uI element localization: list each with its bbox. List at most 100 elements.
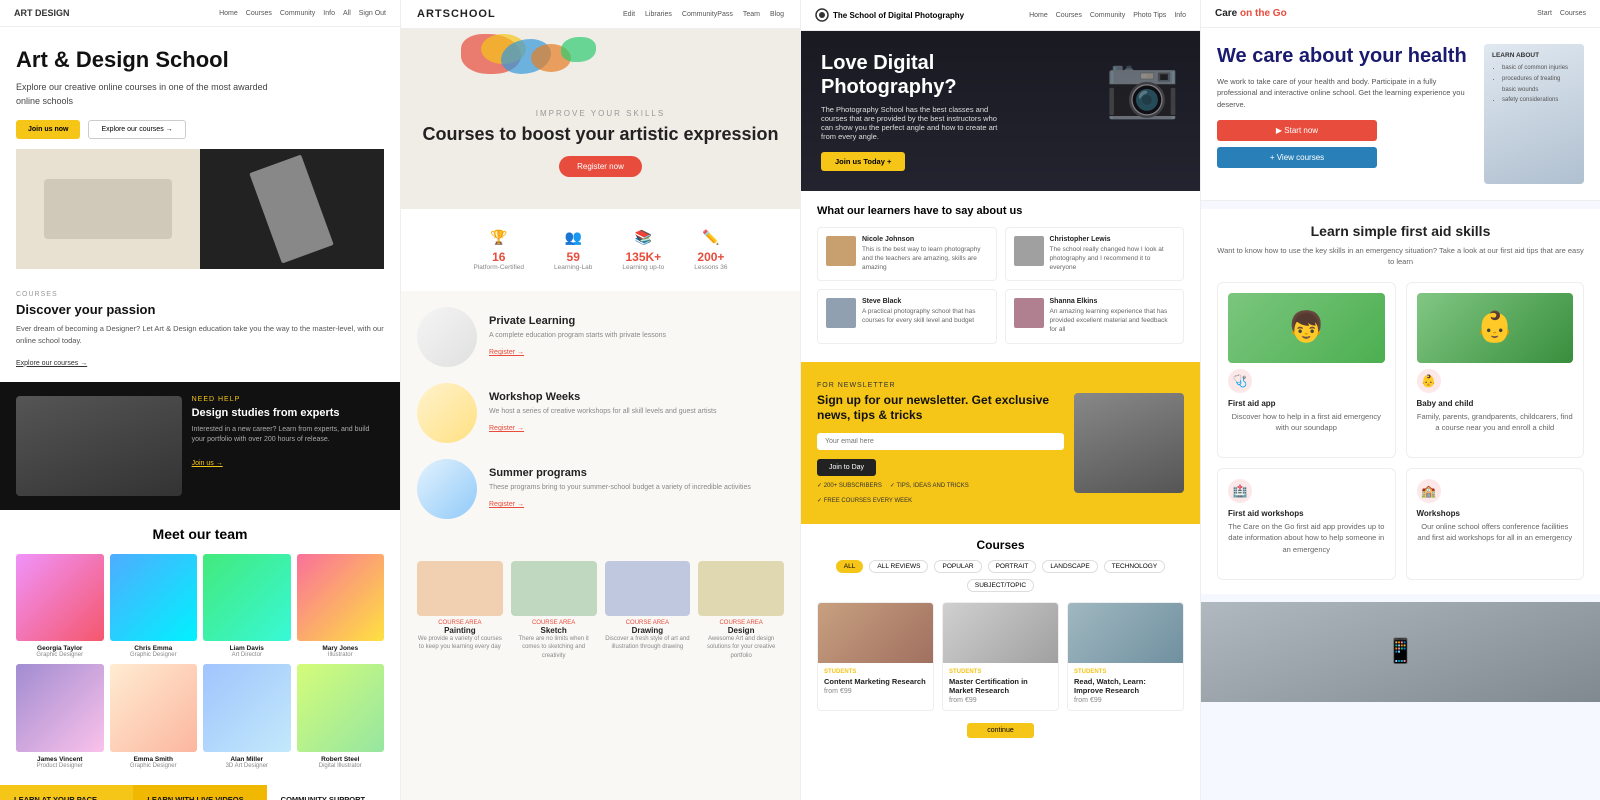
newsletter-input[interactable] [817,433,1064,450]
p3-course-title-2: Master Certification in Market Research [949,677,1052,695]
footer-title-2: LEARN WITH LIVE VIDEOS [147,795,252,800]
p2-nav-libs[interactable]: Libraries [645,11,672,18]
panel1-hero-subtitle: Explore our creative online courses in o… [16,81,276,108]
testimonial-text-2: The school really changed how I look at … [1050,245,1176,272]
p3-course-tag-1: STUDENTS [824,669,927,675]
p4-nav-courses[interactable]: Courses [1560,10,1586,17]
panel3-testimonials: What our learners have to say about us N… [801,191,1200,358]
filter-all[interactable]: ALL [836,560,864,573]
testimonial-name-1: Nicole Johnson [862,236,988,243]
p2-nav-edit[interactable]: Edit [623,11,635,18]
feature-link-1[interactable]: Register → [489,349,524,356]
testimonial-body-4: Shanna Elkins An amazing learning experi… [1050,298,1176,334]
stat-number-2: 59 [554,250,592,264]
feature-title-card-2: Baby and child [1417,399,1574,408]
member-role-3: Art Director [203,652,291,658]
course-img-1 [417,561,503,616]
feature-link-3[interactable]: Register → [489,501,524,508]
nav-link-community[interactable]: Community [280,10,315,17]
filter-subject[interactable]: SUBJECT/TOPIC [967,579,1034,592]
p3-course-img-1 [818,603,933,663]
stat-icon-1: 🏆 [473,229,524,246]
newsletter-feature-3: ✓ FREE COURSES EVERY WEEK [817,497,912,504]
testimonial-avatar-3 [826,298,856,328]
nav-link-courses[interactable]: Courses [246,10,272,17]
panel4-start-btn[interactable]: ▶ Start now [1217,120,1377,141]
course-name-4: Design [698,626,784,635]
blob-green [561,37,596,62]
feature-icon-3: 🏥 [1228,479,1252,503]
newsletter-submit-btn[interactable]: Join to Day [817,459,876,476]
p3-nav-community[interactable]: Community [1090,12,1125,19]
feature-img-1: 👦 [1228,293,1385,363]
feature-title-card-4: Workshops [1417,509,1574,518]
panel-artschool: ARTSCHOOL Edit Libraries CommunityPass T… [400,0,800,800]
expert-link[interactable]: Join us → [192,460,223,467]
team-member-3: Liam Davis Art Director [203,554,291,659]
nav-link-info[interactable]: Info [323,10,335,17]
course-desc-2: There are no limits when it comes to ske… [511,635,597,660]
p3-course-info-1: STUDENTS Content Marketing Research from… [818,663,933,701]
features-2x2: 👦 🩺 First aid app Discover how to help i… [1217,282,1584,580]
nav-link-signout[interactable]: Sign Out [359,10,386,17]
member-name-3: Liam Davis [203,645,291,652]
stat-label-4: Lessons 36 [694,264,727,271]
discover-link[interactable]: Explore our courses → [16,360,87,367]
panel3-nav: The School of Digital Photography Home C… [801,0,1200,31]
panel1-explore-button[interactable]: Explore our courses → [88,120,185,139]
panel2-nav: ARTSCHOOL Edit Libraries CommunityPass T… [401,0,800,29]
panel3-hero-text: The Photography School has the best clas… [821,105,1001,141]
avatar-4 [297,554,385,642]
panel2-hero: IMPROVE YOUR SKILLS Courses to boost you… [401,29,800,209]
discover-text: Ever dream of becoming a Designer? Let A… [16,323,384,346]
panel3-hero-title: Love Digital Photography? [821,51,1001,99]
person-phone-image: 📱 [1201,602,1600,702]
avatar-5 [16,664,104,752]
panel1-join-button[interactable]: Join us now [16,120,80,139]
hero-learn-about: LEARN ABOUT [1492,52,1576,59]
panel1-logo: ART DESIGN [14,8,70,18]
filter-portrait[interactable]: PORTRAIT [988,560,1037,573]
keyboard-decoration [44,179,173,239]
filter-popular[interactable]: POPULAR [934,560,981,573]
testimonial-text-3: A practical photography school that has … [862,307,988,325]
course-desc-1: We provide a variety of courses to keep … [417,635,503,652]
logo-on-the-go: on the Go [1240,8,1287,19]
feature-title-3: Summer programs [489,467,751,479]
panel2-hero-title: Courses to boost your artistic expressio… [401,124,800,146]
panel3-nav-links: Home Courses Community Photo Tips Info [1029,12,1186,19]
p4-nav-start[interactable]: Start [1537,10,1552,17]
panel3-hero-btn[interactable]: Join us Today + [821,152,905,171]
p3-nav-info[interactable]: Info [1174,12,1186,19]
panel2-stats: 🏆 16 Platform-Certified 👥 59 Learning-La… [401,209,800,291]
panel1-hero-title: Art & Design School [16,47,384,73]
camera-logo-icon [815,8,829,22]
filter-tech[interactable]: TECHNOLOGY [1104,560,1166,573]
testimonial-name-3: Steve Black [862,298,988,305]
member-name-7: Alan Miller [203,756,291,763]
member-name-6: Emma Smith [110,756,198,763]
p3-nav-phototips[interactable]: Photo Tips [1133,12,1166,19]
filter-landscape[interactable]: LANDSCAPE [1042,560,1097,573]
panel4-nav-links: Start Courses [1537,10,1586,17]
course-img-2 [511,561,597,616]
p2-nav-team[interactable]: Team [743,11,760,18]
nav-link-all[interactable]: All [343,10,351,17]
avatar-3 [203,554,291,642]
p3-course-title-3: Read, Watch, Learn: Improve Research [1074,677,1177,695]
filter-reviews[interactable]: ALL REVIEWS [869,560,928,573]
panel3-hero-text: Love Digital Photography? The Photograph… [821,51,1001,171]
panel4-view-courses-btn[interactable]: + View courses [1217,147,1377,168]
panel1-nav-links: Home Courses Community Info All Sign Out [219,10,386,17]
p3-nav-courses[interactable]: Courses [1056,12,1082,19]
panel4-hero: We care about your health We work to tak… [1201,28,1600,201]
course-item-1: COURSE AREA Painting We provide a variet… [417,561,503,660]
p3-nav-home[interactable]: Home [1029,12,1048,19]
panel3-continue-btn[interactable]: continue [967,723,1033,738]
nav-link-home[interactable]: Home [219,10,238,17]
p2-nav-blog[interactable]: Blog [770,11,784,18]
panel2-hero-btn[interactable]: Register now [559,156,642,177]
p2-nav-community[interactable]: CommunityPass [682,11,733,18]
feature-link-2[interactable]: Register → [489,425,524,432]
stat-number-3: 135K+ [622,250,664,264]
